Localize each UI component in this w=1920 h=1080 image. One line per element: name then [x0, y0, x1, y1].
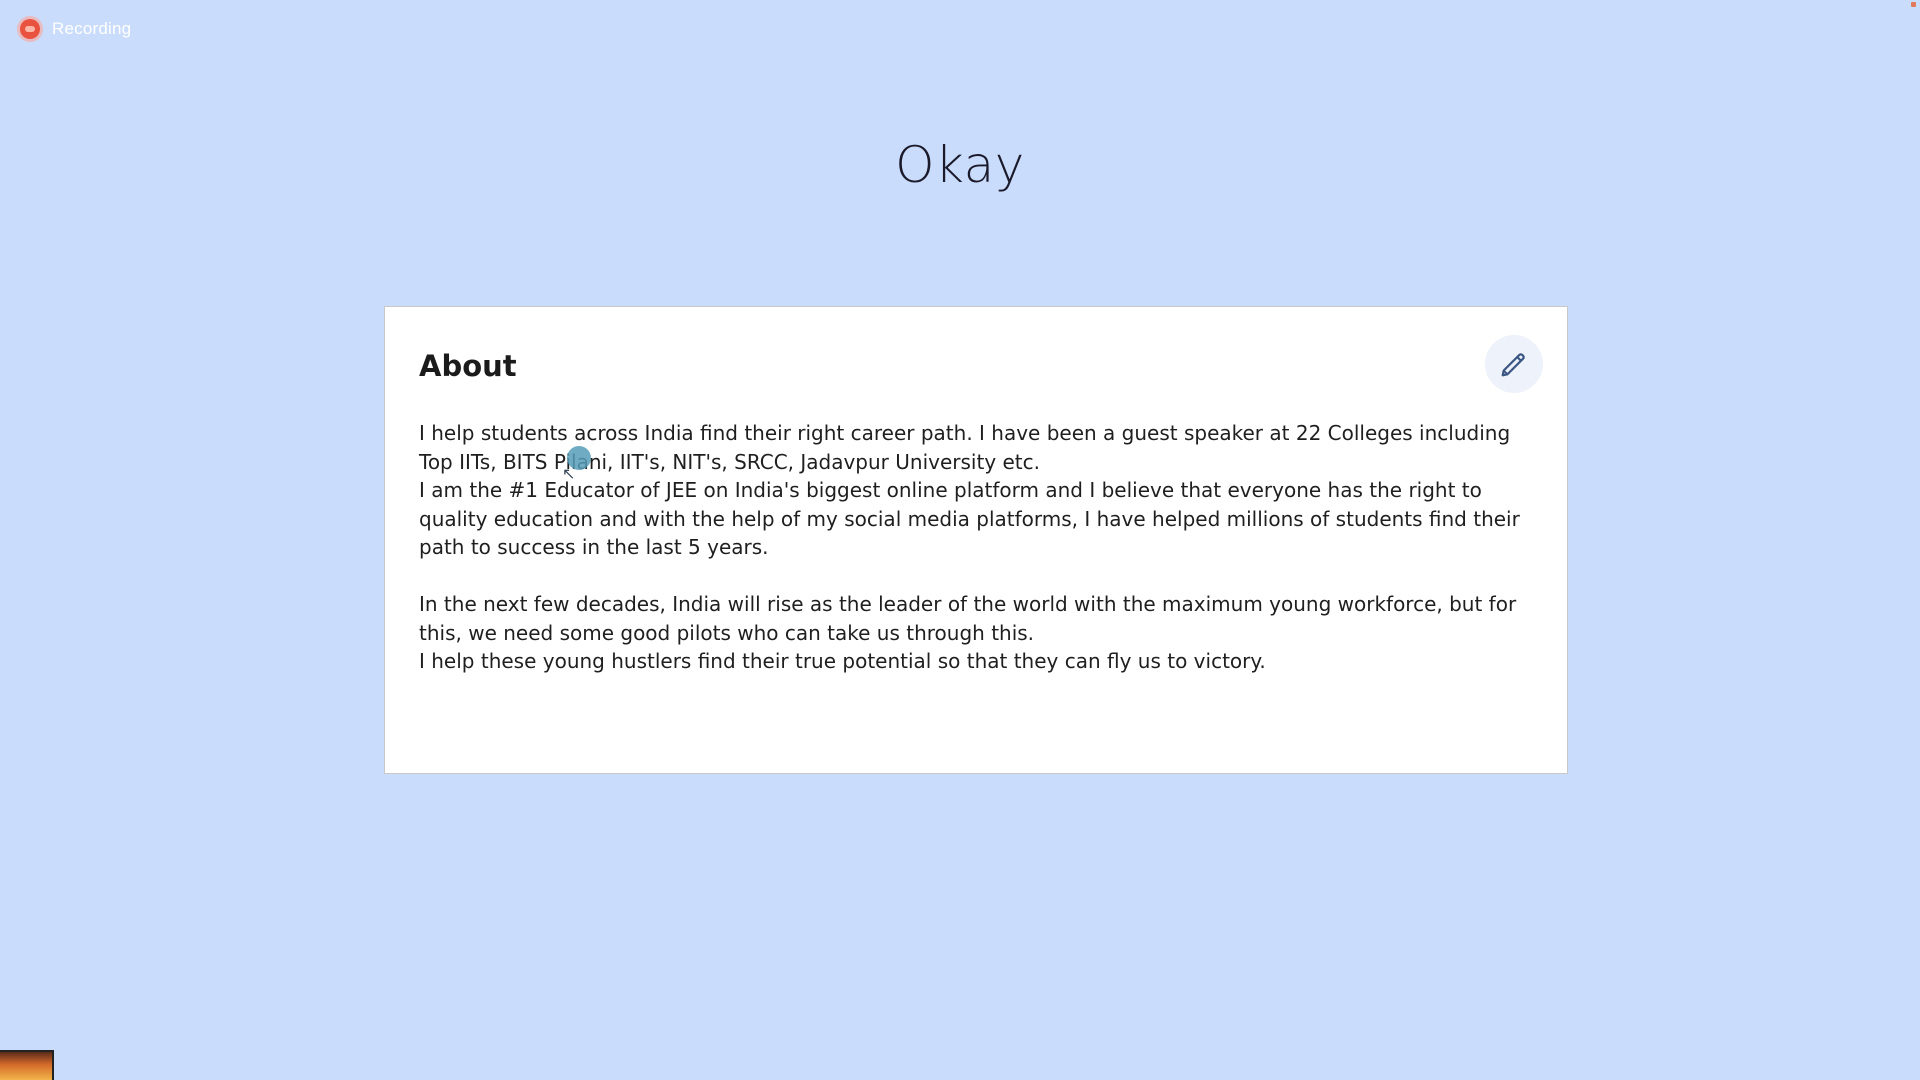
cursor-arrow-icon: ↖	[562, 466, 576, 483]
about-card: About I help students across India find …	[384, 306, 1568, 774]
pencil-icon	[1501, 353, 1525, 377]
page-title: Okay	[895, 136, 1025, 194]
webcam-thumbnail[interactable]	[0, 1050, 54, 1080]
about-paragraph-1-line-2: I am the #1 Educator of JEE on India's b…	[419, 478, 1520, 559]
about-heading: About	[419, 349, 517, 383]
recording-label: Recording	[52, 19, 132, 38]
edit-about-button[interactable]	[1485, 335, 1543, 393]
recording-indicator: Recording	[20, 19, 131, 39]
record-icon	[20, 19, 40, 39]
about-paragraph-2-line-2: I help these young hustlers find their t…	[419, 649, 1266, 673]
about-paragraph-2-line-1: In the next few decades, India will rise…	[419, 592, 1517, 645]
corner-indicator	[1911, 2, 1916, 7]
